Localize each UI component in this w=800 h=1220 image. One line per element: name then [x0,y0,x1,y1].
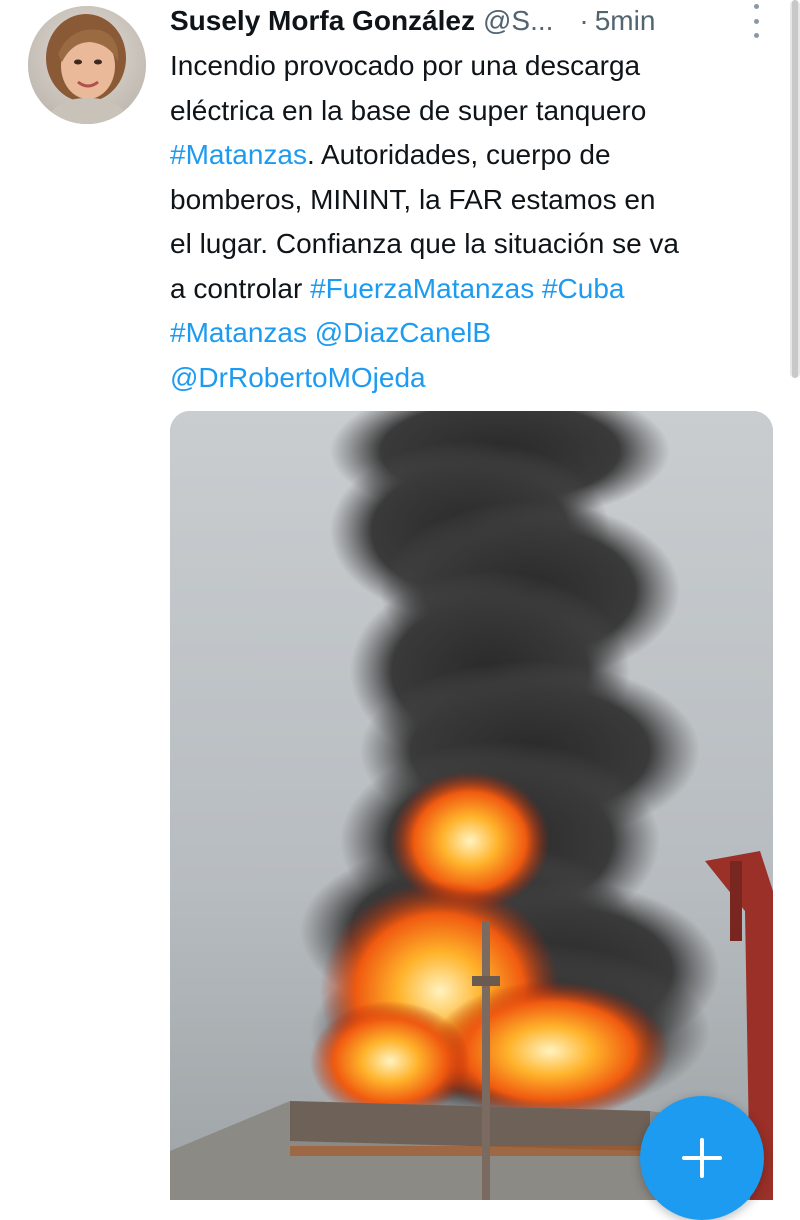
tweet-text-line: #Matanzas @DiazCanelB [170,311,770,356]
fire-smoke-photo [170,411,773,1200]
hashtag-link[interactable]: #Cuba [542,273,625,304]
tweet-text-line: @DrRobertoMOjeda [170,356,770,401]
tweet-text-line: Incendio provocado por una descarga [170,44,770,89]
hashtag-link[interactable]: #Matanzas [170,139,307,170]
tweet-text-line: a controlar #FuerzaMatanzas #Cuba [170,267,770,312]
tweet-text-line: el lugar. Confianza que la situación se … [170,222,770,267]
tweet-text-segment [534,273,542,304]
plus-icon [682,1138,722,1178]
avatar[interactable] [28,6,146,124]
tweet-text-segment: el lugar. Confianza que la situación se … [170,228,679,259]
tweet-text-segment: Incendio provocado por una descarga [170,50,641,81]
tweet-text: Incendio provocado por una descarga eléct… [170,44,770,400]
scrollbar[interactable] [790,0,800,378]
tweet-header: Susely Morfa González @S... · 5min [170,2,770,44]
tweet-text-segment: bomberos, MININT, la FAR estamos en [170,183,656,215]
tweet-text-line: #Matanzas. Autoridades, cuerpo de [170,133,770,178]
author-handle[interactable]: @S... [483,2,553,40]
tweet-timestamp[interactable]: 5min [595,2,656,40]
tweet-text-segment [307,317,315,348]
mention-link[interactable]: @DiazCanelB [315,317,491,348]
compose-tweet-button[interactable] [640,1096,764,1220]
tweet-text-segment: . Autoridades, cuerpo de [306,139,611,170]
hashtag-link[interactable]: #FuerzaMatanzas [310,273,534,304]
tweet-text-segment: a controlar [170,272,311,304]
avatar-photo [28,6,146,124]
tweet-text-line: eléctrica en la base de super tanquero [170,89,770,134]
hashtag-link[interactable]: #Matanzas [170,317,307,348]
mention-link[interactable]: @DrRobertoMOjeda [170,362,426,393]
separator-dot: · [579,5,589,36]
tweet-text-line: bomberos, MININT, la FAR estamos en [170,178,770,223]
author-name[interactable]: Susely Morfa González [170,2,475,40]
more-vertical-icon[interactable] [745,4,767,38]
tweet-photo[interactable] [170,411,773,1200]
tweet-text-segment: eléctrica en la base de super tanquero [170,94,647,126]
scrollbar-thumb[interactable] [792,0,798,378]
tweet[interactable]: Susely Morfa González @S... · 5min Incen… [0,0,800,1220]
